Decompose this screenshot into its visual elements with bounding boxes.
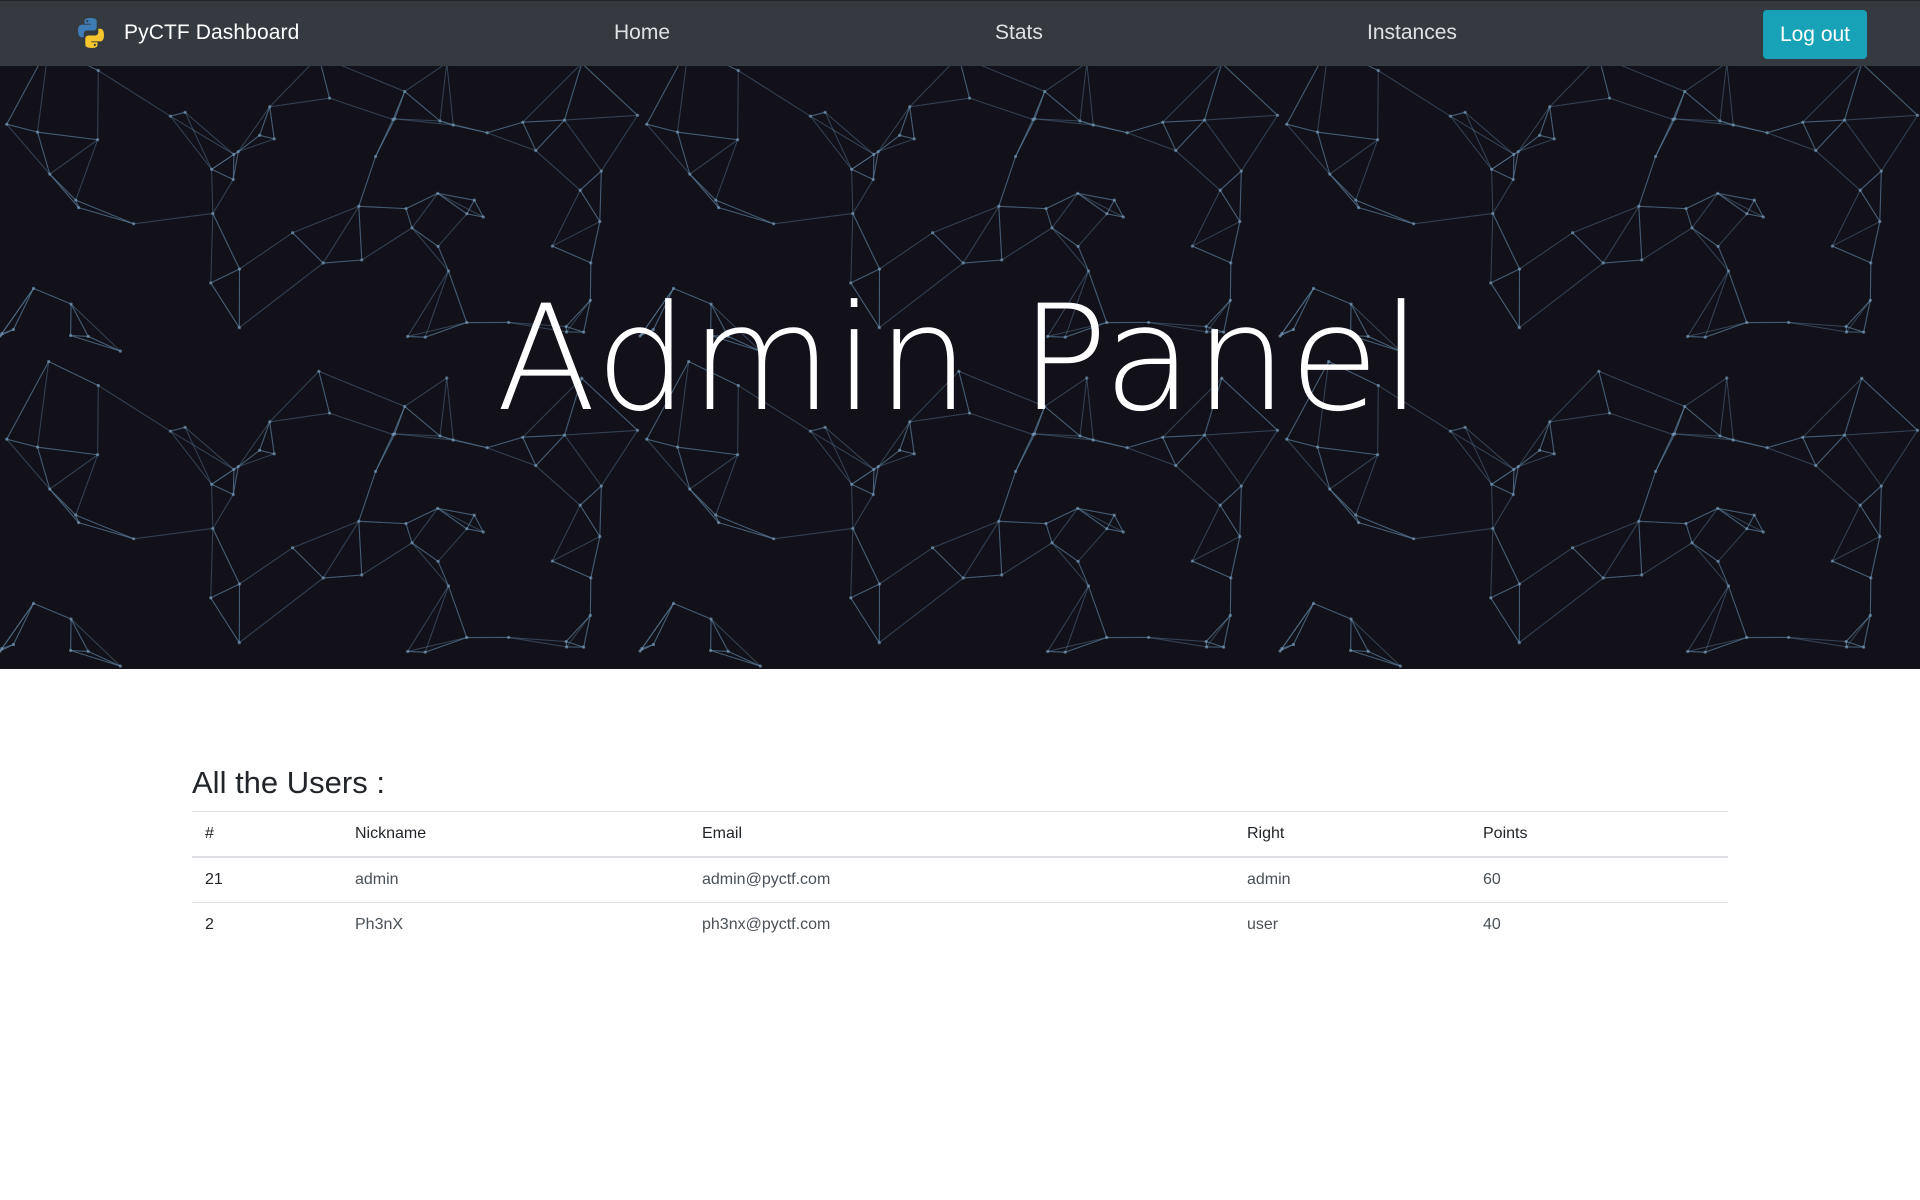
table-row: 2 Ph3nX ph3nx@pyctf.com user 40 — [192, 902, 1728, 947]
nav-link-instances[interactable]: Instances — [1367, 21, 1457, 45]
nav-link-stats[interactable]: Stats — [995, 21, 1043, 45]
user-right-cell: user — [1234, 902, 1470, 947]
column-header-right: Right — [1234, 811, 1470, 858]
column-header-points: Points — [1470, 811, 1728, 858]
table-header-row: # Nickname Email Right Points — [192, 811, 1728, 858]
table-row: 21 admin admin@pyctf.com admin 60 — [192, 856, 1728, 903]
nav-link-home[interactable]: Home — [614, 21, 670, 45]
user-email-cell: ph3nx@pyctf.com — [689, 902, 1234, 947]
column-header-id: # — [192, 811, 342, 858]
logout-button[interactable]: Log out — [1763, 10, 1867, 59]
user-id-cell: 2 — [192, 902, 342, 947]
brand-link[interactable]: PyCTF Dashboard — [74, 13, 299, 53]
hero-banner: Admin Panel — [0, 66, 1920, 669]
navbar: PyCTF Dashboard Home Stats Instances Log… — [0, 0, 1920, 66]
brand-title: PyCTF Dashboard — [124, 21, 300, 44]
user-id-cell: 21 — [192, 856, 342, 903]
users-section-heading: All the Users : — [192, 765, 385, 800]
user-nickname-cell: Ph3nX — [342, 902, 689, 947]
user-email-cell: admin@pyctf.com — [689, 856, 1234, 903]
page-title: Admin Panel — [496, 274, 1424, 444]
user-nickname-cell: admin — [342, 856, 689, 903]
column-header-email: Email — [689, 811, 1234, 858]
user-points-cell: 60 — [1470, 856, 1728, 903]
column-header-nickname: Nickname — [342, 811, 689, 858]
user-points-cell: 40 — [1470, 902, 1728, 947]
python-logo-icon — [78, 18, 104, 48]
user-right-cell: admin — [1234, 856, 1470, 903]
users-table: # Nickname Email Right Points 21 admin a… — [192, 811, 1728, 947]
